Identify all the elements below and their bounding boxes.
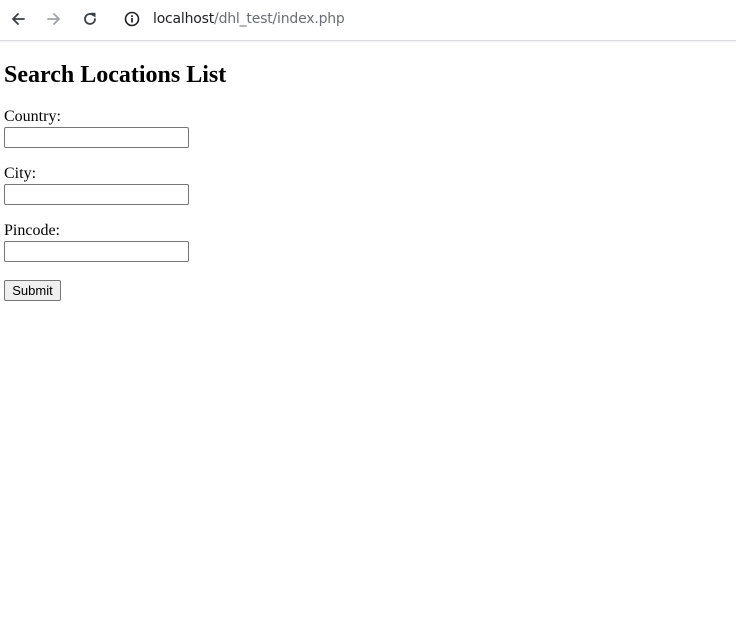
country-input[interactable] — [4, 127, 189, 148]
city-label: City: — [4, 165, 37, 182]
address-bar[interactable]: localhost/dhl_test/index.php — [114, 3, 736, 35]
pincode-label: Pincode: — [4, 222, 60, 239]
country-label: Country: — [4, 108, 61, 125]
browser-toolbar: localhost/dhl_test/index.php — [0, 0, 736, 41]
arrow-left-icon — [12, 13, 25, 25]
pincode-input[interactable] — [4, 241, 189, 262]
url-host: localhost — [153, 11, 215, 27]
reload-button[interactable] — [76, 5, 104, 33]
arrow-right-icon — [47, 13, 60, 25]
reload-icon — [84, 12, 96, 25]
page-title: Search Locations List — [4, 62, 227, 88]
page-content: Search Locations List Country: City: Pin… — [0, 41, 736, 642]
url-path: /dhl_test/index.php — [214, 11, 345, 27]
city-input[interactable] — [4, 184, 189, 205]
url-text[interactable]: localhost/dhl_test/index.php — [153, 10, 345, 28]
forward-button[interactable] — [40, 5, 68, 33]
info-icon[interactable] — [123, 10, 141, 28]
back-button[interactable] — [4, 5, 32, 33]
submit-button[interactable]: Submit — [4, 280, 61, 301]
